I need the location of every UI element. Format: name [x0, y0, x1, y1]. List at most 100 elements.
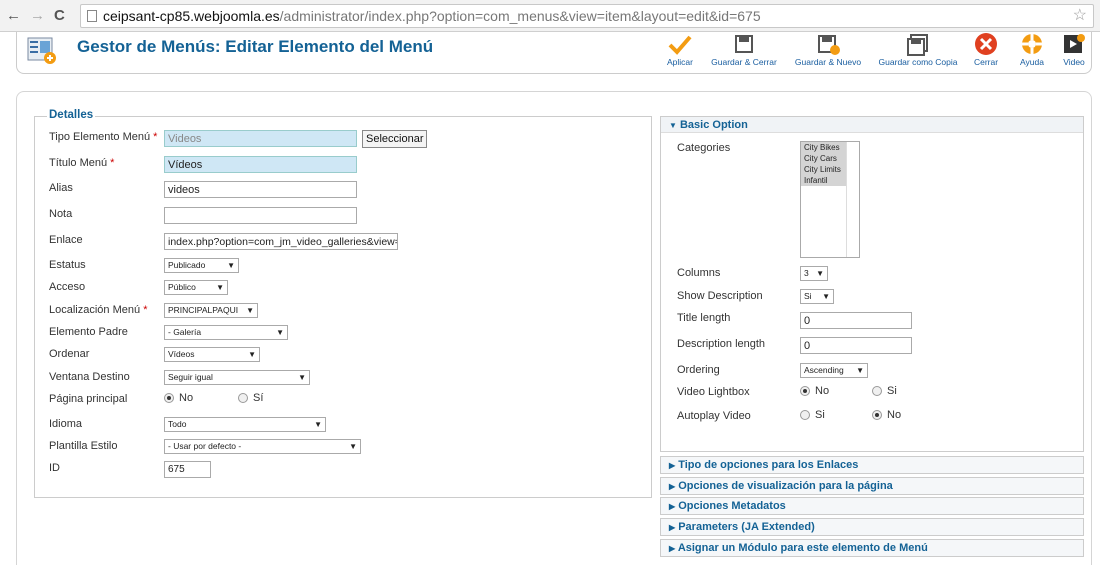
triangle-right-icon: ▶ — [669, 482, 676, 491]
back-icon[interactable]: ← — [6, 7, 21, 24]
bookmark-star-icon[interactable]: ☆ — [1073, 5, 1087, 27]
chevron-down-icon: ▼ — [227, 261, 235, 270]
url-host: ceipsant-cp85.webjoomla.es — [103, 8, 280, 24]
checkmark-icon — [668, 35, 692, 55]
link-field[interactable]: index.php?option=com_jm_video_galleries&… — [164, 233, 398, 250]
apply-button[interactable]: Aplicar — [663, 32, 697, 67]
menu-title-label: Título Menú * — [49, 157, 115, 169]
chevron-down-icon: ▼ — [298, 373, 306, 382]
ordering-select[interactable]: Vídeos ▼ — [164, 347, 260, 362]
home-page-no-radio[interactable]: No — [164, 392, 193, 404]
save-new-button[interactable]: Guardar & Nuevo — [791, 32, 865, 67]
menu-item-type-field: Videos — [164, 130, 357, 147]
page-icon — [87, 10, 97, 22]
list-item[interactable]: City Cars — [801, 153, 846, 164]
chevron-down-icon: ▼ — [856, 366, 864, 375]
basic-option-header[interactable]: ▼ Basic Option — [661, 117, 1083, 133]
note-field[interactable] — [164, 207, 357, 224]
link-type-options-section[interactable]: ▶ Tipo de opciones para los Enlaces — [660, 456, 1084, 474]
alias-label: Alias — [49, 182, 73, 194]
save-copy-label: Guardar como Copia — [878, 57, 958, 67]
close-button[interactable]: Cerrar — [969, 32, 1003, 67]
video-lightbox-no-radio[interactable]: No — [800, 385, 829, 397]
help-label: Ayuda — [1020, 57, 1044, 67]
triangle-right-icon: ▶ — [669, 523, 676, 532]
autoplay-video-label: Autoplay Video — [677, 410, 751, 422]
list-scrollbar[interactable] — [846, 142, 859, 257]
id-label: ID — [49, 462, 60, 474]
save-icon — [735, 35, 753, 53]
help-button[interactable]: Ayuda — [1015, 32, 1049, 67]
language-label: Idioma — [49, 418, 83, 430]
show-description-label: Show Description — [677, 290, 763, 302]
status-label: Estatus — [49, 259, 86, 271]
apply-label: Aplicar — [667, 57, 693, 67]
close-label: Cerrar — [973, 57, 999, 67]
autoplay-no-radio[interactable]: No — [872, 409, 901, 421]
menu-title-field[interactable]: Vídeos — [164, 156, 357, 173]
select-type-button[interactable]: Seleccionar — [362, 130, 428, 148]
module-assignment-section[interactable]: ▶ Asignar un Módulo para este elemento d… — [660, 539, 1084, 557]
close-icon — [975, 33, 997, 55]
page-title: Gestor de Menús: Editar Elemento del Men… — [77, 37, 434, 56]
parent-item-select[interactable]: - Galería ▼ — [164, 325, 288, 340]
video-lightbox-label: Video Lightbox — [677, 386, 750, 398]
list-item[interactable]: City Limits — [801, 164, 846, 175]
chevron-down-icon: ▼ — [276, 328, 284, 337]
columns-label: Columns — [677, 267, 721, 279]
autoplay-yes-radio[interactable]: Si — [800, 409, 825, 421]
url-path: /administrator/index.php?option=com_menu… — [279, 8, 761, 24]
menu-manager-icon — [27, 37, 56, 64]
template-style-label: Plantilla Estilo — [49, 440, 118, 452]
metadata-options-section[interactable]: ▶ Opciones Metadatos — [660, 497, 1084, 515]
triangle-right-icon: ▶ — [669, 544, 676, 553]
list-item[interactable]: Infantil — [801, 175, 846, 186]
video-label: Video — [1063, 57, 1085, 67]
video-lightbox-yes-radio[interactable]: Si — [872, 385, 897, 397]
menu-location-select[interactable]: PRINCIPALPAQUI ▼ — [164, 303, 258, 318]
triangle-right-icon: ▶ — [669, 461, 676, 470]
home-page-yes-radio[interactable]: Sí — [238, 392, 263, 404]
access-select[interactable]: Público ▼ — [164, 280, 228, 295]
title-length-field[interactable]: 0 — [800, 312, 912, 329]
browser-chrome: ← → C ceipsant-cp85.webjoomla.es/adminis… — [0, 0, 1100, 32]
target-window-label: Ventana Destino — [49, 371, 130, 383]
menu-item-type-label: Tipo Elemento Menú * — [49, 131, 158, 143]
status-select[interactable]: Publicado ▼ — [164, 258, 239, 273]
page-display-options-section[interactable]: ▶ Opciones de visualización para la pági… — [660, 477, 1084, 495]
list-item[interactable]: City Bikes — [801, 142, 846, 153]
save-close-button[interactable]: Guardar & Cerrar — [707, 32, 781, 67]
forward-icon[interactable]: → — [30, 7, 45, 24]
ja-extended-parameters-section[interactable]: ▶ Parameters (JA Extended) — [660, 518, 1084, 536]
details-legend: Detalles — [47, 109, 96, 121]
note-label: Nota — [49, 208, 73, 220]
triangle-right-icon: ▶ — [669, 502, 676, 511]
ordering-option-label: Ordering — [677, 364, 720, 376]
categories-list[interactable]: City Bikes City Cars City Limits Infanti… — [800, 141, 860, 258]
save-new-label: Guardar & Nuevo — [794, 57, 862, 67]
parent-item-label: Elemento Padre — [49, 326, 128, 338]
save-copy-button[interactable]: Guardar como Copia — [875, 32, 961, 67]
video-button[interactable]: Video — [1057, 32, 1091, 67]
lifebuoy-icon — [1022, 34, 1042, 54]
language-select[interactable]: Todo ▼ — [164, 417, 326, 432]
chevron-down-icon: ▼ — [816, 269, 824, 278]
basic-option-panel — [660, 116, 1084, 452]
page-header: Gestor de Menús: Editar Elemento del Men… — [16, 32, 1092, 74]
columns-select[interactable]: 3 ▼ — [800, 266, 828, 281]
save-new-icon — [818, 35, 840, 55]
chevron-down-icon: ▼ — [248, 350, 256, 359]
reload-icon[interactable]: C — [54, 7, 65, 24]
address-bar[interactable]: ceipsant-cp85.webjoomla.es/administrator… — [80, 4, 1094, 28]
ordering-option-select[interactable]: Ascending ▼ — [800, 363, 868, 378]
description-length-field[interactable]: 0 — [800, 337, 912, 354]
target-window-select[interactable]: Seguir igual ▼ — [164, 370, 310, 385]
video-icon — [1064, 34, 1085, 53]
template-style-select[interactable]: - Usar por defecto - ▼ — [164, 439, 361, 454]
alias-field[interactable]: videos — [164, 181, 357, 198]
triangle-down-icon: ▼ — [669, 121, 677, 130]
chevron-down-icon: ▼ — [314, 420, 322, 429]
show-description-select[interactable]: Si ▼ — [800, 289, 834, 304]
id-field: 675 — [164, 461, 211, 478]
home-page-label: Página principal — [49, 393, 128, 405]
